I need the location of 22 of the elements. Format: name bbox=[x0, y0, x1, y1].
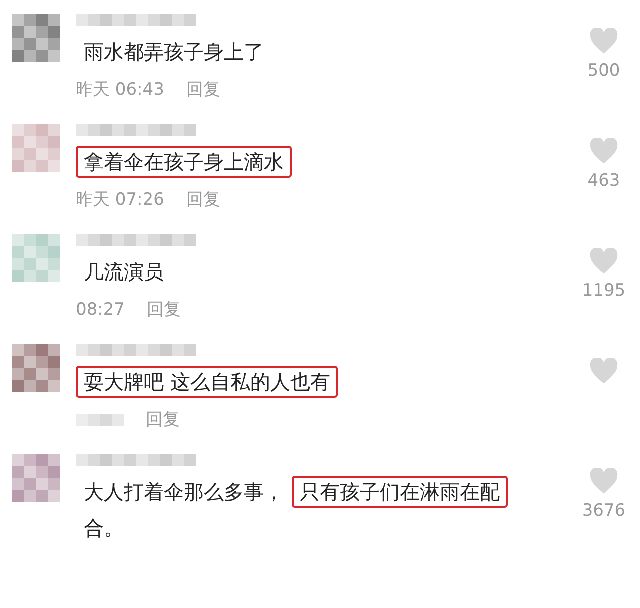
like-count: 3676 bbox=[582, 501, 626, 521]
comment-text: 大人打着伞那么多事， 只有孩子们在淋雨在配 合。 bbox=[76, 474, 556, 546]
like-count: 463 bbox=[588, 171, 620, 191]
heart-icon[interactable] bbox=[589, 28, 619, 55]
comment-time: 08:27 bbox=[76, 300, 125, 320]
heart-icon[interactable] bbox=[589, 358, 619, 385]
reply-link[interactable]: 回复 bbox=[146, 408, 180, 431]
heart-icon[interactable] bbox=[589, 468, 619, 495]
comment-time: 昨天 06:43 bbox=[76, 79, 164, 101]
like-count: 1195 bbox=[582, 281, 626, 301]
blurred-time bbox=[76, 414, 124, 426]
comment-time: 昨天 07:26 bbox=[76, 189, 164, 211]
like-count: 500 bbox=[588, 61, 620, 81]
reply-link[interactable]: 回复 bbox=[186, 78, 220, 101]
reply-link[interactable]: 回复 bbox=[147, 298, 181, 321]
heart-icon[interactable] bbox=[589, 138, 619, 165]
heart-icon[interactable] bbox=[589, 248, 619, 275]
comment-text: 拿着伞在孩子身上滴水 bbox=[76, 144, 556, 180]
comment-text: 几流演员 bbox=[83, 259, 165, 286]
comment-text: 耍大牌吧 这么自私的人也有 bbox=[76, 364, 556, 400]
comment-text: 雨水都弄孩子身上了 bbox=[83, 39, 265, 66]
reply-link[interactable]: 回复 bbox=[186, 188, 220, 211]
